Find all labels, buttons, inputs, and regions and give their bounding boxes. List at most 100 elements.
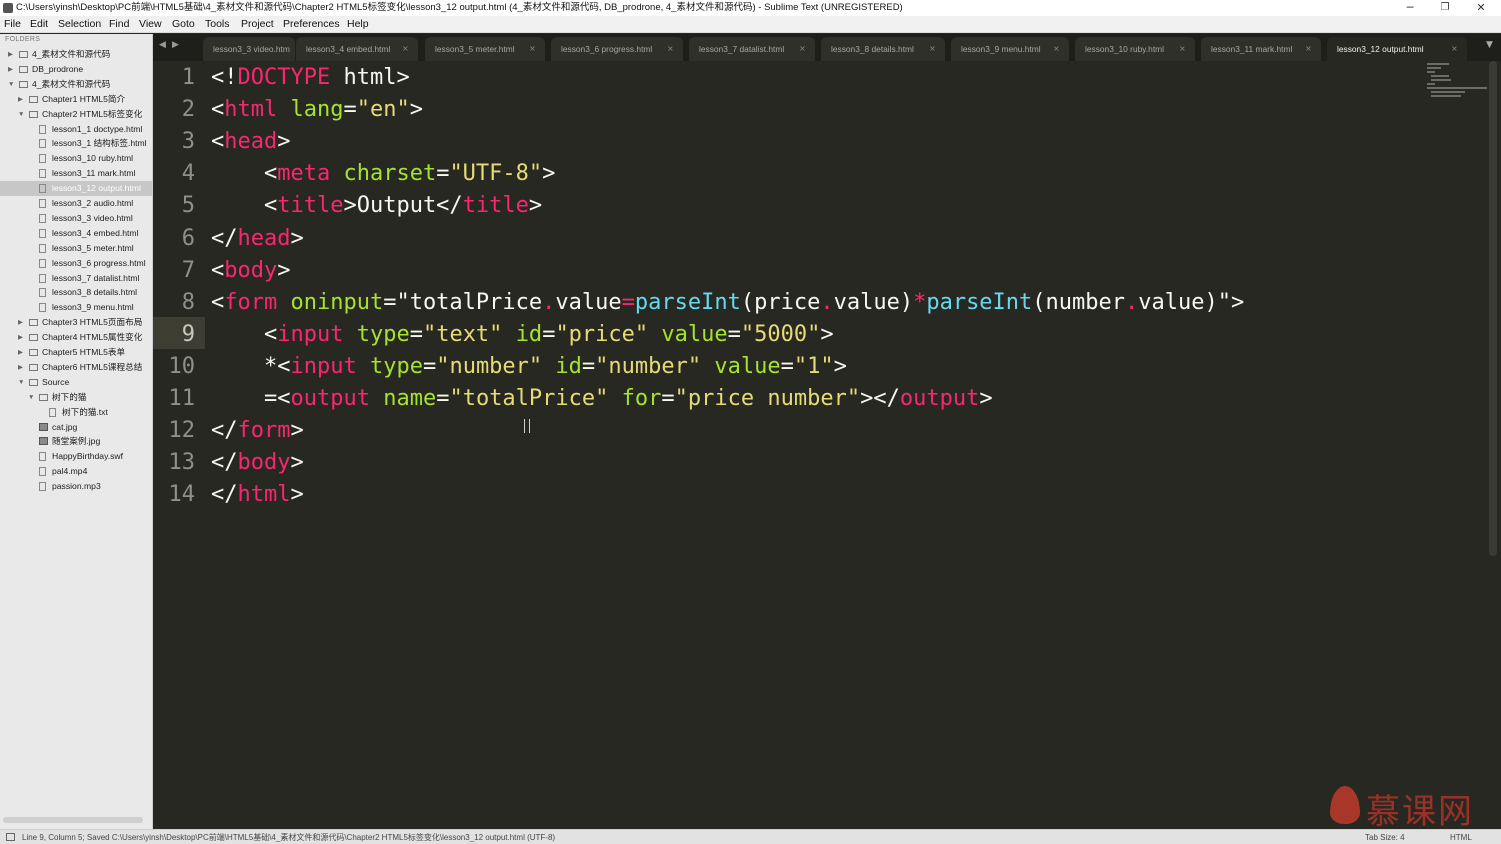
code-line[interactable]: </form>: [211, 415, 304, 447]
status-message: Line 9, Column 5; Saved C:\Users\yinsh\D…: [22, 833, 556, 842]
restore-button[interactable]: ❐: [1428, 0, 1462, 16]
menu-preferences[interactable]: Preferences: [283, 17, 340, 32]
tab-10[interactable]: lesson3_12 output.html ×: [1327, 37, 1467, 61]
menu-edit[interactable]: Edit: [30, 17, 48, 32]
tab-scroll-left-icon[interactable]: ◀: [159, 40, 166, 50]
collapse-arrow-icon[interactable]: ▶: [18, 315, 26, 330]
sidebar-file[interactable]: 随堂案例.jpg: [0, 434, 152, 449]
sidebar-file[interactable]: lesson3_1 结构标签.html: [0, 136, 152, 151]
expand-arrow-icon[interactable]: ▼: [18, 375, 26, 390]
sidebar-file[interactable]: pal4.mp4: [0, 464, 152, 479]
sidebar-file[interactable]: lesson3_5 meter.html: [0, 241, 152, 256]
sidebar-file[interactable]: lesson3_7 datalist.html: [0, 271, 152, 286]
collapse-arrow-icon[interactable]: ▶: [18, 360, 26, 375]
expand-arrow-icon[interactable]: ▼: [8, 77, 16, 92]
sidebar-folder[interactable]: ▼ Chapter2 HTML5标签变化: [0, 107, 152, 122]
sidebar-file[interactable]: lesson1_1 doctype.html: [0, 122, 152, 137]
sidebar-file[interactable]: cat.jpg: [0, 420, 152, 435]
sidebar-folder[interactable]: ▶ Chapter4 HTML5属性变化: [0, 330, 152, 345]
sidebar-file[interactable]: lesson3_6 progress.html: [0, 256, 152, 271]
code-line[interactable]: </head>: [211, 223, 304, 255]
sidebar-file[interactable]: lesson3_2 audio.html: [0, 196, 152, 211]
code-editor[interactable]: 1 2 3 4 5 6 7 8 9 10 11 12 13 14 <!DOCTYPE html> <html…: [153, 61, 1501, 829]
editor-scrollbar[interactable]: [1489, 61, 1497, 556]
sidebar-folder[interactable]: ▼ 树下的猫: [0, 390, 152, 405]
code-line[interactable]: <head>: [211, 126, 290, 158]
minimap[interactable]: [1425, 61, 1489, 101]
close-button[interactable]: ✕: [1464, 0, 1498, 16]
menu-find[interactable]: Find: [109, 17, 129, 32]
expand-arrow-icon[interactable]: ▼: [18, 107, 26, 122]
tab-7[interactable]: lesson3_9 menu.html ×: [951, 37, 1069, 61]
sidebar-folder[interactable]: ▶ Chapter3 HTML5页面布局: [0, 315, 152, 330]
sidebar-folder[interactable]: ▶ Chapter6 HTML5课程总结: [0, 360, 152, 375]
tab-9[interactable]: lesson3_11 mark.html ×: [1201, 37, 1321, 61]
menu-help[interactable]: Help: [347, 17, 369, 32]
panel-toggle-icon[interactable]: [6, 833, 15, 841]
sidebar-file[interactable]: lesson3_3 video.html: [0, 211, 152, 226]
code-line[interactable]: <form oninput="totalPrice.value=parseInt…: [211, 287, 1244, 319]
code-token: ></: [860, 386, 900, 411]
code-line[interactable]: =<output name="totalPrice" for="price nu…: [211, 383, 993, 415]
sidebar-file[interactable]: passion.mp3: [0, 479, 152, 494]
menu-view[interactable]: View: [139, 17, 162, 32]
code-line[interactable]: <input type="text" id="price" value="500…: [211, 319, 834, 351]
sidebar-scrollbar[interactable]: [3, 817, 143, 823]
tab-close-icon[interactable]: ×: [929, 43, 936, 55]
tab-3[interactable]: lesson3_5 meter.html ×: [425, 37, 545, 61]
tab-close-icon[interactable]: ×: [1053, 43, 1060, 55]
tab-6[interactable]: lesson3_8 details.html ×: [821, 37, 945, 61]
collapse-arrow-icon[interactable]: ▶: [18, 92, 26, 107]
sidebar-folder[interactable]: ▶ DB_prodrone: [0, 62, 152, 77]
tab-scroll-right-icon[interactable]: ▶: [172, 40, 179, 50]
sidebar-file[interactable]: lesson3_11 mark.html: [0, 166, 152, 181]
tab-close-icon[interactable]: ×: [1451, 43, 1458, 55]
sidebar-folder[interactable]: ▶ Chapter1 HTML5简介: [0, 92, 152, 107]
tab-4[interactable]: lesson3_6 progress.html ×: [551, 37, 683, 61]
menu-selection[interactable]: Selection: [58, 17, 101, 32]
tab-2[interactable]: lesson3_4 embed.html ×: [296, 37, 418, 61]
code-line[interactable]: <!DOCTYPE html>: [211, 62, 410, 94]
sidebar-folder[interactable]: ▶ Chapter5 HTML5表单: [0, 345, 152, 360]
tab-5[interactable]: lesson3_7 datalist.html ×: [689, 37, 815, 61]
menu-file[interactable]: File: [4, 17, 21, 32]
sidebar-file[interactable]: lesson3_9 menu.html: [0, 300, 152, 315]
menu-project[interactable]: Project: [241, 17, 274, 32]
tab-close-icon[interactable]: ×: [402, 43, 409, 55]
tab-close-icon[interactable]: ×: [667, 43, 674, 55]
tab-close-icon[interactable]: ×: [799, 43, 806, 55]
tab-size-indicator[interactable]: Tab Size: 4: [1365, 831, 1405, 844]
code-line[interactable]: <title>Output</title>: [211, 190, 542, 222]
window-title: C:\Users\yinsh\Desktop\PC前端\HTML5基础\4_素材…: [16, 2, 903, 13]
sidebar-folder[interactable]: ▼ 4_素材文件和源代码: [0, 77, 152, 92]
sidebar-file[interactable]: lesson3_8 details.html: [0, 285, 152, 300]
code-line[interactable]: <meta charset="UTF-8">: [211, 158, 555, 190]
tab-1[interactable]: lesson3_3 video.htm: [203, 37, 295, 61]
code-line[interactable]: </body>: [211, 447, 304, 479]
tab-close-icon[interactable]: ×: [1179, 43, 1186, 55]
sidebar-file[interactable]: lesson3_12 output.html: [0, 181, 152, 197]
collapse-arrow-icon[interactable]: ▶: [18, 330, 26, 345]
tab-8[interactable]: lesson3_10 ruby.html ×: [1075, 37, 1195, 61]
collapse-arrow-icon[interactable]: ▶: [8, 47, 16, 62]
code-line[interactable]: <body>: [211, 255, 290, 287]
sidebar-file[interactable]: lesson3_4 embed.html: [0, 226, 152, 241]
menu-goto[interactable]: Goto: [172, 17, 195, 32]
expand-arrow-icon[interactable]: ▼: [28, 390, 36, 405]
tab-overflow-icon[interactable]: ▼: [1486, 40, 1493, 50]
sidebar-file[interactable]: HappyBirthday.swf: [0, 449, 152, 464]
code-line[interactable]: *<input type="number" id="number" value=…: [211, 351, 847, 383]
tab-close-icon[interactable]: ×: [1305, 43, 1312, 55]
collapse-arrow-icon[interactable]: ▶: [8, 62, 16, 77]
syntax-indicator[interactable]: HTML: [1450, 831, 1472, 844]
code-line[interactable]: </html>: [211, 479, 304, 511]
code-line[interactable]: <html lang="en">: [211, 94, 423, 126]
sidebar-file[interactable]: 树下的猫.txt: [0, 405, 152, 420]
sidebar-folder[interactable]: ▶ 4_素材文件和源代码: [0, 47, 152, 62]
sidebar-folder[interactable]: ▼ Source: [0, 375, 152, 390]
minimize-button[interactable]: ─: [1393, 0, 1427, 16]
tab-close-icon[interactable]: ×: [529, 43, 536, 55]
menu-tools[interactable]: Tools: [205, 17, 230, 32]
sidebar-file[interactable]: lesson3_10 ruby.html: [0, 151, 152, 166]
collapse-arrow-icon[interactable]: ▶: [18, 345, 26, 360]
